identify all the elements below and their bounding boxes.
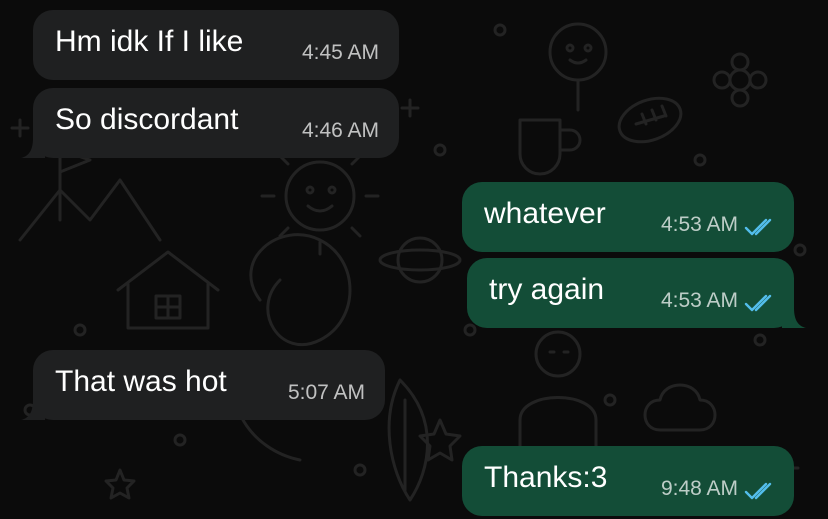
message-bubble-outgoing[interactable]: Thanks:3 9:48 AM	[462, 446, 794, 516]
message-text: So discordant	[55, 103, 239, 136]
star-doodle-icon	[104, 418, 462, 500]
message-text: Hm idk If I like	[55, 25, 244, 58]
message-timestamp: 5:07 AM	[287, 381, 365, 404]
message-timestamp: 4:45 AM	[301, 41, 379, 64]
mountain-doodle-icon	[18, 178, 162, 242]
message-timestamp: 4:53 AM	[660, 289, 738, 312]
message-bubble-incoming[interactable]: So discordant 4:46 AM	[21, 88, 399, 158]
message-bubble-outgoing[interactable]: try again 4:53 AM	[467, 258, 806, 328]
flag-doodle-icon	[58, 148, 92, 222]
message-bubble-incoming[interactable]: That was hot 5:07 AM	[21, 350, 385, 420]
spiral-doodle-icon	[232, 233, 352, 462]
message-text: try again	[489, 273, 605, 306]
message-text: whatever	[484, 197, 606, 230]
cup-doodle-icon	[518, 118, 582, 176]
flower-doodle-icon	[712, 52, 768, 108]
bubble-tail	[782, 308, 806, 328]
message-bubble-outgoing[interactable]: whatever 4:53 AM	[462, 182, 794, 252]
leaf-doodle-icon	[387, 378, 429, 502]
double-check-read-icon	[744, 218, 772, 236]
message-timestamp: 4:53 AM	[660, 213, 738, 236]
planet-doodle-icon	[378, 236, 462, 284]
balloon-doodle-icon	[548, 22, 608, 112]
message-bubble-incoming[interactable]: Hm idk If I like 4:45 AM	[33, 10, 399, 80]
double-check-read-icon	[744, 294, 772, 312]
cloud-doodle-icon	[643, 383, 717, 432]
house-doodle-icon	[116, 250, 220, 330]
message-timestamp: 4:46 AM	[301, 119, 379, 142]
message-text: That was hot	[55, 365, 227, 398]
bubble-tail	[21, 400, 45, 420]
message-timestamp: 9:48 AM	[660, 477, 738, 500]
bubble-tail	[21, 138, 45, 158]
football-doodle-icon	[617, 96, 683, 144]
double-check-read-icon	[744, 482, 772, 500]
message-text: Thanks:3	[484, 461, 608, 494]
